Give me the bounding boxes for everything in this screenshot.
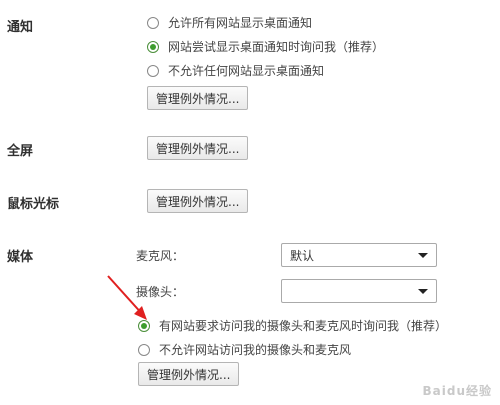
watermark: Baidu经验 [422,384,492,398]
annotation-arrow-icon [107,275,147,320]
